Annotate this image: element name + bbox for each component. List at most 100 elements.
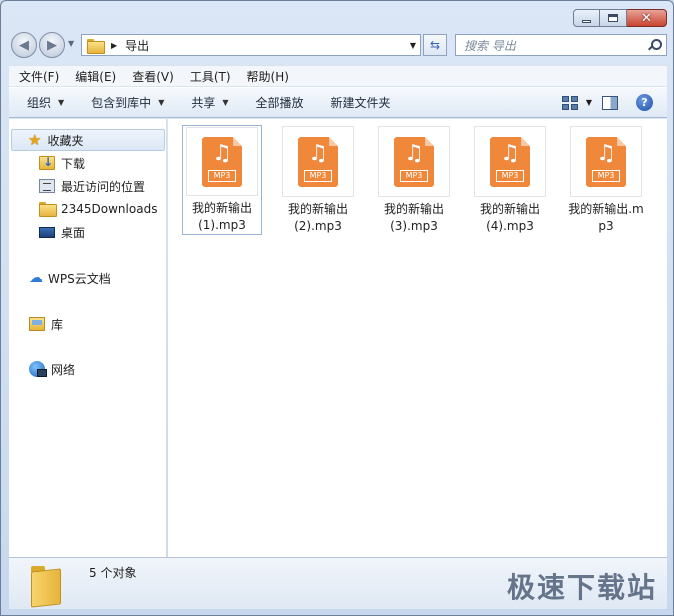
share-button[interactable]: 共享 ▼: [173, 94, 237, 111]
menu-view[interactable]: 查看(V): [122, 68, 180, 85]
organize-label: 组织: [27, 96, 52, 110]
navigation-bar: ◀ ▶ ▼ ▶ 导出 ▼ ⇆ 搜索 导出: [9, 31, 667, 59]
minimize-icon: [582, 19, 591, 23]
mp3-type-label: MP3: [592, 169, 620, 182]
sidebar-item-label: 下载: [61, 156, 86, 171]
search-input[interactable]: 搜索 导出: [455, 34, 667, 56]
item-count: 5 个对象: [89, 566, 137, 580]
new-folder-label: 新建文件夹: [330, 96, 391, 110]
file-item[interactable]: ♫ MP3 我的新输出(2).mp3: [278, 125, 358, 235]
sidebar-item-2345downloads[interactable]: 2345Downloads: [39, 199, 157, 219]
change-view-button[interactable]: ▼: [561, 95, 602, 110]
file-name[interactable]: 我的新输出(2).mp3: [278, 201, 358, 235]
forward-arrow-icon: ▶: [47, 37, 57, 53]
music-note-icon: ♫: [308, 140, 328, 166]
watermark-logo: 极速下载站: [506, 571, 657, 604]
library-icon: [29, 317, 45, 331]
maximize-icon: [608, 14, 618, 22]
star-icon: ★: [28, 131, 42, 149]
address-dropdown-icon[interactable]: ▼: [410, 41, 416, 50]
play-all-label: 全部播放: [255, 96, 304, 110]
history-dropdown-icon[interactable]: ▼: [68, 39, 74, 48]
sidebar-item-downloads[interactable]: 下载: [39, 153, 85, 173]
file-name[interactable]: 我的新输出(1).mp3: [182, 200, 262, 234]
file-thumbnail: ♫ MP3: [378, 126, 450, 197]
file-item[interactable]: ♫ MP3 我的新输出(1).mp3: [182, 125, 262, 235]
breadcrumb-arrow-icon[interactable]: ▶: [111, 41, 117, 50]
mp3-file-icon: ♫ MP3: [394, 136, 434, 187]
sidebar-item-favorites[interactable]: ★ 收藏夹: [11, 129, 165, 151]
maximize-button[interactable]: [600, 9, 627, 27]
organize-button[interactable]: 组织 ▼: [9, 94, 73, 111]
preview-pane-icon[interactable]: [602, 95, 618, 110]
caption-buttons: ✕: [573, 9, 667, 27]
menu-tools[interactable]: 工具(T): [180, 68, 237, 85]
desktop-icon: [39, 226, 55, 238]
command-toolbar: 组织 ▼ 包含到库中 ▼ 共享 ▼ 全部播放 新建文件夹 ▼ ?: [9, 87, 667, 118]
file-item[interactable]: ♫ MP3 我的新输出.mp3: [566, 125, 646, 235]
chevron-down-icon: ▼: [158, 98, 165, 107]
music-note-icon: ♫: [404, 140, 424, 166]
file-name[interactable]: 我的新输出(3).mp3: [374, 201, 454, 235]
forward-button[interactable]: ▶: [39, 32, 65, 58]
mp3-type-label: MP3: [304, 169, 332, 182]
sidebar-item-label: 2345Downloads: [61, 202, 158, 216]
explorer-window: ✕ ◀ ▶ ▼ ▶ 导出 ▼ ⇆ 搜索 导出 文件(F) 编辑(E) 查看(V)…: [0, 0, 674, 616]
include-in-library-button[interactable]: 包含到库中 ▼: [73, 94, 173, 111]
close-icon: ✕: [641, 10, 652, 26]
include-in-library-label: 包含到库中: [91, 96, 152, 110]
sidebar-item-label: 库: [51, 317, 64, 332]
file-item[interactable]: ♫ MP3 我的新输出(3).mp3: [374, 125, 454, 235]
menu-file[interactable]: 文件(F): [9, 68, 65, 85]
sidebar-item-recent-places[interactable]: 最近访问的位置: [39, 176, 145, 196]
music-note-icon: ♫: [596, 140, 616, 166]
back-button[interactable]: ◀: [11, 32, 37, 58]
music-note-icon: ♫: [212, 140, 232, 166]
file-item[interactable]: ♫ MP3 我的新输出(4).mp3: [470, 125, 550, 235]
sidebar-item-network[interactable]: 网络: [29, 359, 75, 379]
file-thumbnail: ♫ MP3: [186, 127, 258, 196]
folder-icon: [29, 564, 63, 604]
close-button[interactable]: ✕: [627, 9, 667, 27]
sidebar-item-label: 最近访问的位置: [61, 179, 146, 194]
file-name[interactable]: 我的新输出.mp3: [566, 201, 646, 235]
menu-bar: 文件(F) 编辑(E) 查看(V) 工具(T) 帮助(H): [9, 65, 667, 86]
refresh-icon: ⇆: [429, 38, 441, 52]
chevron-down-icon[interactable]: ▼: [586, 98, 592, 107]
mp3-file-icon: ♫ MP3: [490, 136, 530, 187]
sidebar-item-desktop[interactable]: 桌面: [39, 222, 85, 242]
sidebar-item-label: WPS云文档: [48, 271, 111, 286]
chevron-down-icon: ▼: [222, 98, 229, 107]
mp3-file-icon: ♫ MP3: [586, 136, 626, 187]
address-bar[interactable]: ▶ 导出 ▼: [81, 34, 421, 56]
mp3-type-label: MP3: [208, 169, 236, 182]
help-icon[interactable]: ?: [636, 94, 653, 111]
refresh-button[interactable]: ⇆: [423, 34, 447, 56]
network-icon: [29, 361, 47, 377]
music-note-icon: ♫: [500, 140, 520, 166]
minimize-button[interactable]: [573, 9, 600, 27]
mp3-type-label: MP3: [496, 169, 524, 182]
mp3-type-label: MP3: [400, 169, 428, 182]
chevron-down-icon: ▼: [58, 98, 65, 107]
share-label: 共享: [191, 96, 216, 110]
download-folder-icon: [39, 155, 55, 170]
menu-edit[interactable]: 编辑(E): [65, 68, 122, 85]
back-arrow-icon: ◀: [19, 37, 29, 53]
file-list: ♫ MP3 我的新输出(1).mp3 ♫ MP3 我的新输出(2).mp3 ♫ …: [168, 119, 667, 557]
new-folder-button[interactable]: 新建文件夹: [313, 94, 400, 111]
sidebar-item-label: 网络: [51, 362, 76, 377]
navigation-pane: ★ 收藏夹 下载 最近访问的位置 2345Downloads 桌面 ☁ WPS云…: [9, 119, 167, 557]
views-icon: [561, 95, 578, 110]
file-name[interactable]: 我的新输出(4).mp3: [470, 201, 550, 235]
mp3-file-icon: ♫ MP3: [298, 136, 338, 187]
play-all-button[interactable]: 全部播放: [238, 94, 313, 111]
search-icon[interactable]: [648, 39, 662, 51]
address-breadcrumb[interactable]: 导出: [125, 37, 149, 54]
folder-icon: [39, 202, 57, 217]
menu-help[interactable]: 帮助(H): [237, 68, 295, 85]
file-thumbnail: ♫ MP3: [570, 126, 642, 197]
file-thumbnail: ♫ MP3: [474, 126, 546, 197]
sidebar-item-wps-cloud[interactable]: ☁ WPS云文档: [29, 268, 111, 288]
sidebar-item-libraries[interactable]: 库: [29, 314, 63, 334]
